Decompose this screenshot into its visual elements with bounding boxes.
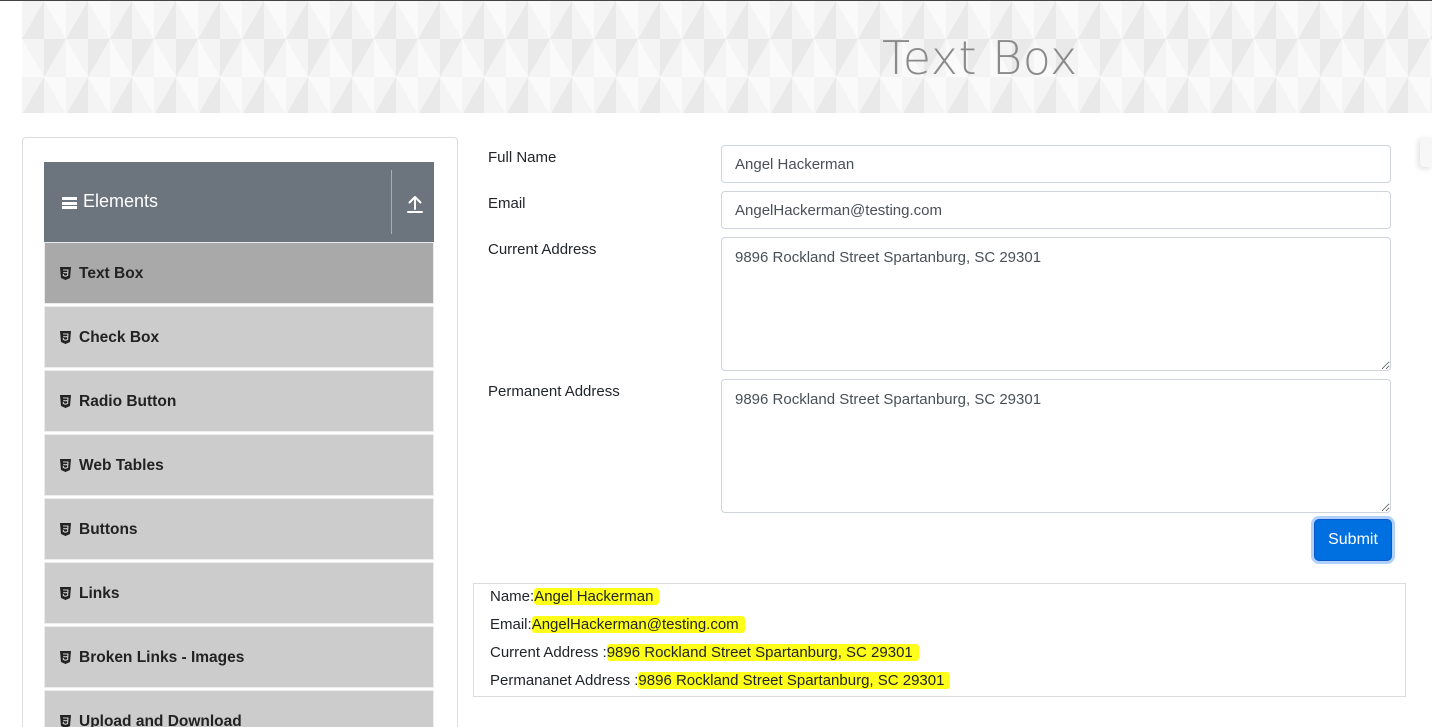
collapse-up-icon[interactable] (406, 193, 424, 215)
sidebar-item-label: Text Box (79, 265, 144, 282)
elements-group-header[interactable]: Elements (44, 162, 434, 242)
page-title: Text Box (882, 31, 1078, 85)
group-title: Elements (83, 191, 159, 211)
sidebar-item-broken-links[interactable]: Broken Links - Images (44, 626, 434, 688)
sidebar-item-upload-download[interactable]: Upload and Download (44, 690, 434, 727)
current-address-textarea[interactable]: 9896 Rockland Street Spartanburg, SC 293… (721, 237, 1391, 371)
sidebar-item-label: Links (79, 585, 120, 602)
permanent-address-label: Permanent Address (488, 383, 620, 400)
html5-icon (60, 331, 71, 344)
sidebar-item-buttons[interactable]: Buttons (44, 498, 434, 560)
side-drawer-tab[interactable] (1420, 137, 1432, 167)
submit-button[interactable]: Submit (1314, 519, 1392, 561)
output-email-value: AngelHackerman@testing.com (531, 616, 745, 633)
email-input[interactable] (721, 191, 1391, 229)
output-email-line: Email:AngelHackerman@testing.com (490, 616, 745, 633)
output-name-value: Angel Hackerman (534, 588, 660, 605)
output-permanent-address-label: Permananet Address : (490, 672, 639, 689)
hamburger-icon (62, 197, 77, 209)
sidebar-item-label: Check Box (79, 329, 160, 346)
sidebar-item-links[interactable]: Links (44, 562, 434, 624)
permanent-address-textarea[interactable]: 9896 Rockland Street Spartanburg, SC 293… (721, 379, 1391, 513)
html5-icon (60, 715, 71, 727)
full-name-label: Full Name (488, 149, 557, 166)
html5-icon (60, 651, 71, 664)
sidebar-item-text-box[interactable]: Text Box (44, 242, 434, 304)
full-name-input[interactable] (721, 145, 1391, 183)
header-divider (391, 170, 392, 234)
html5-icon (60, 523, 71, 536)
sidebar-item-check-box[interactable]: Check Box (44, 306, 434, 368)
sidebar-item-label: Buttons (79, 521, 138, 538)
output-email-label: Email: (490, 616, 532, 633)
sidebar-item-label: Radio Button (79, 393, 177, 410)
output-permanent-address-line: Permananet Address :9896 Rockland Street… (490, 672, 951, 689)
output-current-address-line: Current Address :9896 Rockland Street Sp… (490, 644, 919, 661)
sidebar-item-label: Broken Links - Images (79, 649, 245, 666)
output-permanent-address-value: 9896 Rockland Street Spartanburg, SC 293… (638, 672, 951, 689)
output-panel: Name:Angel Hackerman Email:AngelHackerma… (473, 583, 1406, 697)
sidebar-item-label: Web Tables (79, 457, 164, 474)
html5-icon (60, 459, 71, 472)
sidebar-item-radio-button[interactable]: Radio Button (44, 370, 434, 432)
output-name-label: Name: (490, 588, 535, 605)
current-address-label: Current Address (488, 241, 597, 258)
sidebar-menu: Text Box Check Box Radio Button Web Tabl… (44, 242, 434, 727)
output-current-address-label: Current Address : (490, 644, 607, 661)
output-name-line: Name:Angel Hackerman (490, 588, 660, 605)
page-banner: Text Box (22, 1, 1432, 113)
html5-icon (60, 267, 71, 280)
sidebar-item-web-tables[interactable]: Web Tables (44, 434, 434, 496)
sidebar-item-label: Upload and Download (79, 713, 242, 727)
email-label: Email (488, 195, 526, 212)
output-current-address-value: 9896 Rockland Street Spartanburg, SC 293… (606, 644, 919, 661)
html5-icon (60, 395, 71, 408)
html5-icon (60, 587, 71, 600)
